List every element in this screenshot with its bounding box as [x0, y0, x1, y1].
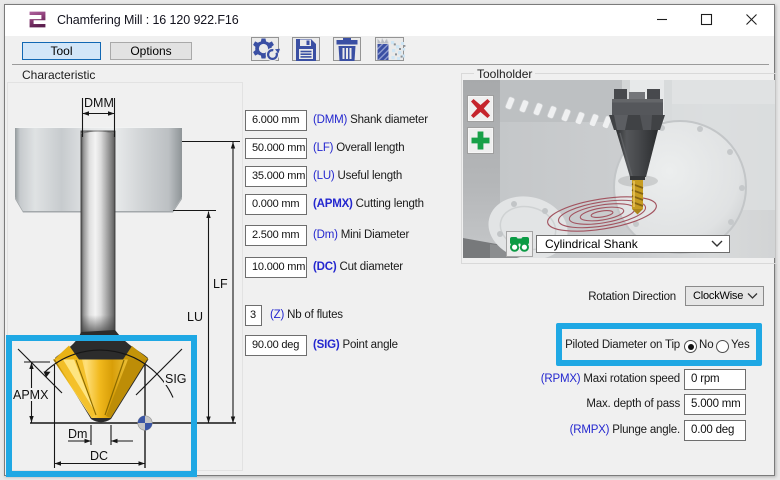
svg-text:DMM: DMM	[84, 96, 114, 110]
svg-text:LF: LF	[213, 277, 228, 291]
svg-text:LU: LU	[187, 310, 203, 324]
